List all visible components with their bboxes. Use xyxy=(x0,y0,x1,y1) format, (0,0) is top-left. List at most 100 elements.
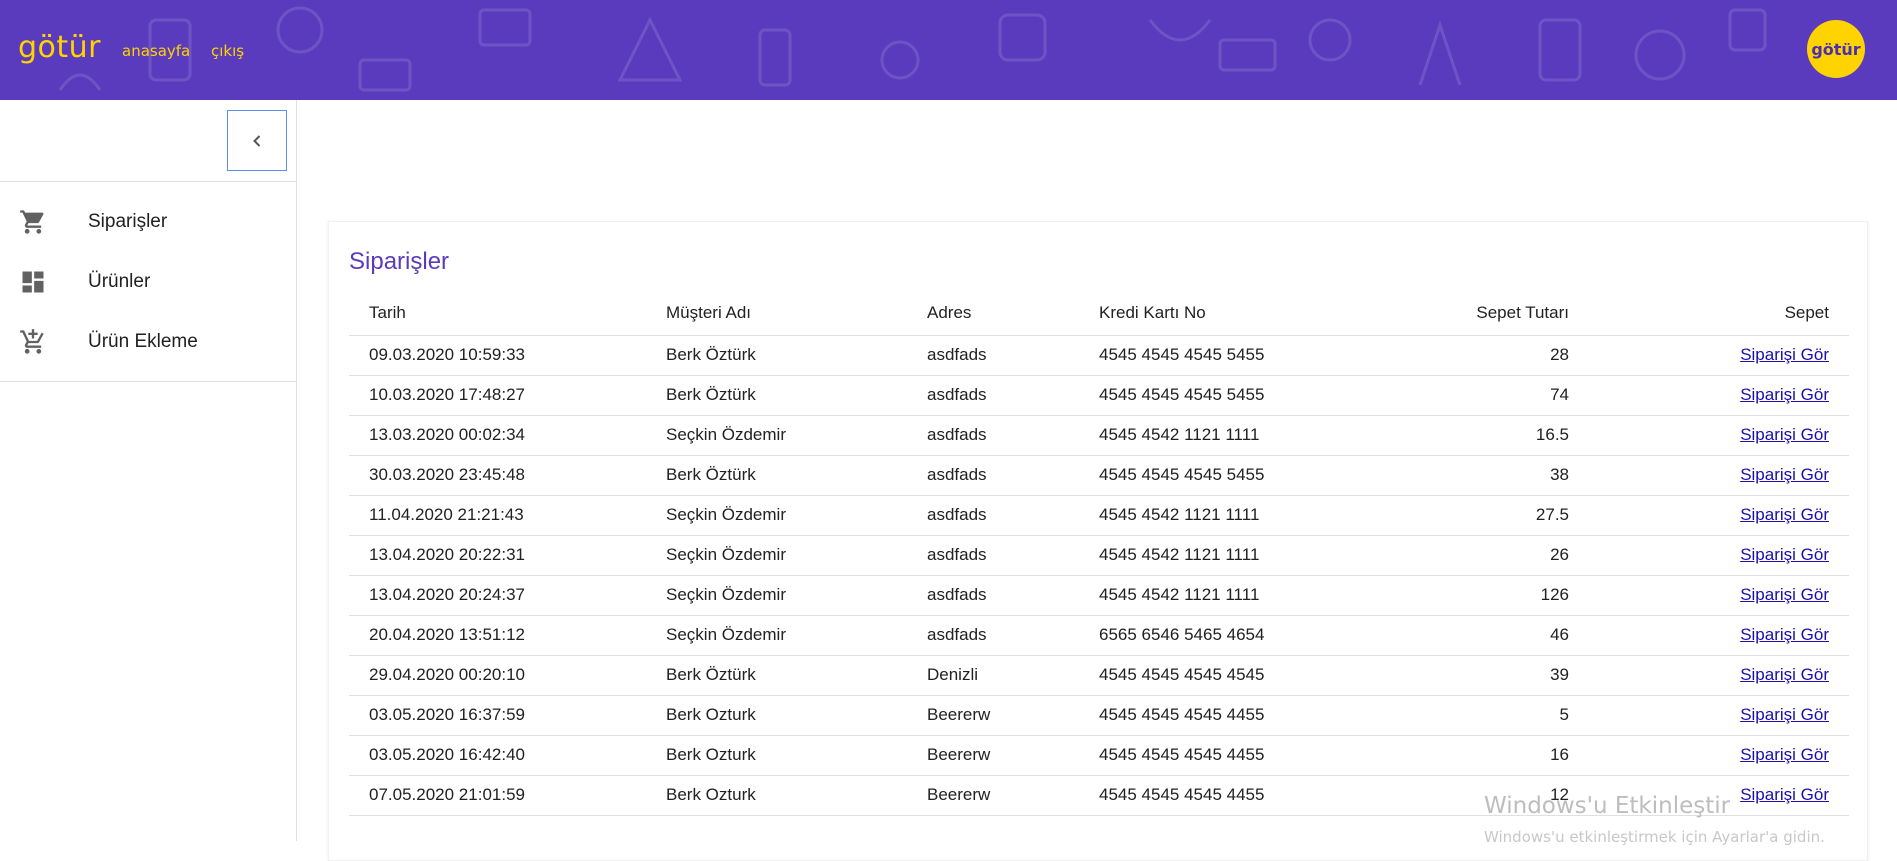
view-order-link[interactable]: Siparişi Gör xyxy=(1740,625,1829,644)
cell-address: Beererw xyxy=(927,775,1099,816)
cell-customer: Berk Öztürk xyxy=(666,455,927,496)
cell-date: 09.03.2020 10:59:33 xyxy=(349,335,666,376)
table-row: 29.04.2020 00:20:10 Berk Öztürk Denizli 454… xyxy=(349,655,1849,696)
cell-card-number: 4545 4542 1121 1111 xyxy=(1099,495,1419,536)
cell-basket: Siparişi Gör xyxy=(1569,375,1849,416)
cell-total: 126 xyxy=(1419,575,1569,616)
cart-icon xyxy=(18,207,48,237)
nav-home-link[interactable]: anasayfa xyxy=(122,42,190,60)
cell-customer: Berk Öztürk xyxy=(666,335,927,376)
view-order-link[interactable]: Siparişi Gör xyxy=(1740,745,1829,764)
cell-total: 28 xyxy=(1419,335,1569,376)
table-row: 30.03.2020 23:45:48 Berk Öztürk asdfads 454… xyxy=(349,455,1849,496)
view-order-link[interactable]: Siparişi Gör xyxy=(1740,705,1829,724)
brand-logo[interactable]: götür xyxy=(18,30,101,65)
cell-total: 16.5 xyxy=(1419,415,1569,456)
cell-date: 13.04.2020 20:22:31 xyxy=(349,535,666,576)
cell-total: 16 xyxy=(1419,735,1569,776)
view-order-link[interactable]: Siparişi Gör xyxy=(1740,585,1829,604)
cell-address: asdfads xyxy=(927,455,1099,496)
cell-customer: Seçkin Özdemir xyxy=(666,615,927,656)
windows-activation-subtitle: Windows'u etkinleştirmek için Ayarlar'a … xyxy=(1484,828,1825,846)
sidebar-item-products[interactable]: Ürünler xyxy=(0,253,297,311)
view-order-link[interactable]: Siparişi Gör xyxy=(1740,665,1829,684)
cell-card-number: 4545 4545 4545 5455 xyxy=(1099,335,1419,376)
cell-customer: Seçkin Özdemir xyxy=(666,415,927,456)
column-header-customer: Müşteri Adı xyxy=(666,291,927,336)
cell-basket: Siparişi Gör xyxy=(1569,575,1849,616)
cell-total: 38 xyxy=(1419,455,1569,496)
sidebar-item-label: Ürün Ekleme xyxy=(88,331,198,352)
column-header-total: Sepet Tutarı xyxy=(1419,291,1569,336)
cell-date: 03.05.2020 16:42:40 xyxy=(349,735,666,776)
cell-card-number: 4545 4542 1121 1111 xyxy=(1099,415,1419,456)
cell-total: 26 xyxy=(1419,535,1569,576)
cell-card-number: 4545 4545 4545 4455 xyxy=(1099,695,1419,736)
view-order-link[interactable]: Siparişi Gör xyxy=(1740,345,1829,364)
cell-card-number: 4545 4545 4545 5455 xyxy=(1099,375,1419,416)
column-header-date: Tarih xyxy=(349,291,666,336)
cell-address: Denizli xyxy=(927,655,1099,696)
table-row: 03.05.2020 16:42:40 Berk Ozturk Beererw 454… xyxy=(349,735,1849,776)
cell-address: Beererw xyxy=(927,735,1099,776)
sidebar-item-label: Siparişler xyxy=(88,211,168,232)
cell-date: 30.03.2020 23:45:48 xyxy=(349,455,666,496)
cell-date: 20.04.2020 13:51:12 xyxy=(349,615,666,656)
chevron-left-icon xyxy=(253,134,261,147)
cell-date: 13.03.2020 00:02:34 xyxy=(349,415,666,456)
cell-card-number: 4545 4545 4545 4455 xyxy=(1099,775,1419,816)
cell-date: 10.03.2020 17:48:27 xyxy=(349,375,666,416)
cell-date: 07.05.2020 21:01:59 xyxy=(349,775,666,816)
view-order-link[interactable]: Siparişi Gör xyxy=(1740,385,1829,404)
view-order-link[interactable]: Siparişi Gör xyxy=(1740,785,1829,804)
avatar[interactable]: götür xyxy=(1807,20,1865,78)
view-order-link[interactable]: Siparişi Gör xyxy=(1740,465,1829,484)
cell-address: asdfads xyxy=(927,415,1099,456)
add-to-cart-icon xyxy=(18,327,48,357)
cell-date: 11.04.2020 21:21:43 xyxy=(349,495,666,536)
view-order-link[interactable]: Siparişi Gör xyxy=(1740,425,1829,444)
cell-card-number: 4545 4542 1121 1111 xyxy=(1099,575,1419,616)
cell-card-number: 4545 4545 4545 4455 xyxy=(1099,735,1419,776)
cell-customer: Seçkin Özdemir xyxy=(666,535,927,576)
cell-card-number: 4545 4542 1121 1111 xyxy=(1099,535,1419,576)
sidebar-item-orders[interactable]: Siparişler xyxy=(0,193,297,251)
cell-total: 27.5 xyxy=(1419,495,1569,536)
cell-customer: Berk Ozturk xyxy=(666,735,927,776)
column-header-basket: Sepet xyxy=(1569,291,1849,336)
cell-basket: Siparişi Gör xyxy=(1569,735,1849,776)
cell-total: 46 xyxy=(1419,615,1569,656)
cell-customer: Berk Ozturk xyxy=(666,775,927,816)
cell-basket: Siparişi Gör xyxy=(1569,335,1849,376)
cell-basket: Siparişi Gör xyxy=(1569,535,1849,576)
cell-basket: Siparişi Gör xyxy=(1569,695,1849,736)
sidebar-collapse-button[interactable] xyxy=(227,110,287,171)
column-header-address: Adres xyxy=(927,291,1099,336)
cell-address: asdfads xyxy=(927,375,1099,416)
table-row: 10.03.2020 17:48:27 Berk Öztürk asdfads 454… xyxy=(349,375,1849,416)
sidebar-item-add-product[interactable]: Ürün Ekleme xyxy=(0,313,297,371)
cell-date: 29.04.2020 00:20:10 xyxy=(349,655,666,696)
cell-customer: Berk Öztürk xyxy=(666,655,927,696)
table-row: 13.03.2020 00:02:34 Seçkin Özdemir asdfads… xyxy=(349,415,1849,456)
cell-basket: Siparişi Gör xyxy=(1569,655,1849,696)
cell-customer: Seçkin Özdemir xyxy=(666,495,927,536)
background-pattern xyxy=(58,6,1767,92)
cell-total: 5 xyxy=(1419,695,1569,736)
cell-customer: Berk Öztürk xyxy=(666,375,927,416)
cell-date: 03.05.2020 16:37:59 xyxy=(349,695,666,736)
table-row: 20.04.2020 13:51:12 Seçkin Özdemir asdfads… xyxy=(349,615,1849,656)
cell-customer: Seçkin Özdemir xyxy=(666,575,927,616)
cell-date: 13.04.2020 20:24:37 xyxy=(349,575,666,616)
page-title: Siparişler xyxy=(349,248,450,275)
cell-card-number: 4545 4545 4545 5455 xyxy=(1099,455,1419,496)
cell-address: asdfads xyxy=(927,535,1099,576)
cell-customer: Berk Ozturk xyxy=(666,695,927,736)
sidebar-divider xyxy=(0,181,297,182)
cell-address: Beererw xyxy=(927,695,1099,736)
view-order-link[interactable]: Siparişi Gör xyxy=(1740,505,1829,524)
table-header-row: Tarih Müşteri Adı Adres Kredi Kartı No S… xyxy=(349,291,1849,336)
table-row: 13.04.2020 20:24:37 Seçkin Özdemir asdfads… xyxy=(349,575,1849,616)
view-order-link[interactable]: Siparişi Gör xyxy=(1740,545,1829,564)
nav-logout-link[interactable]: çıkış xyxy=(211,42,244,60)
